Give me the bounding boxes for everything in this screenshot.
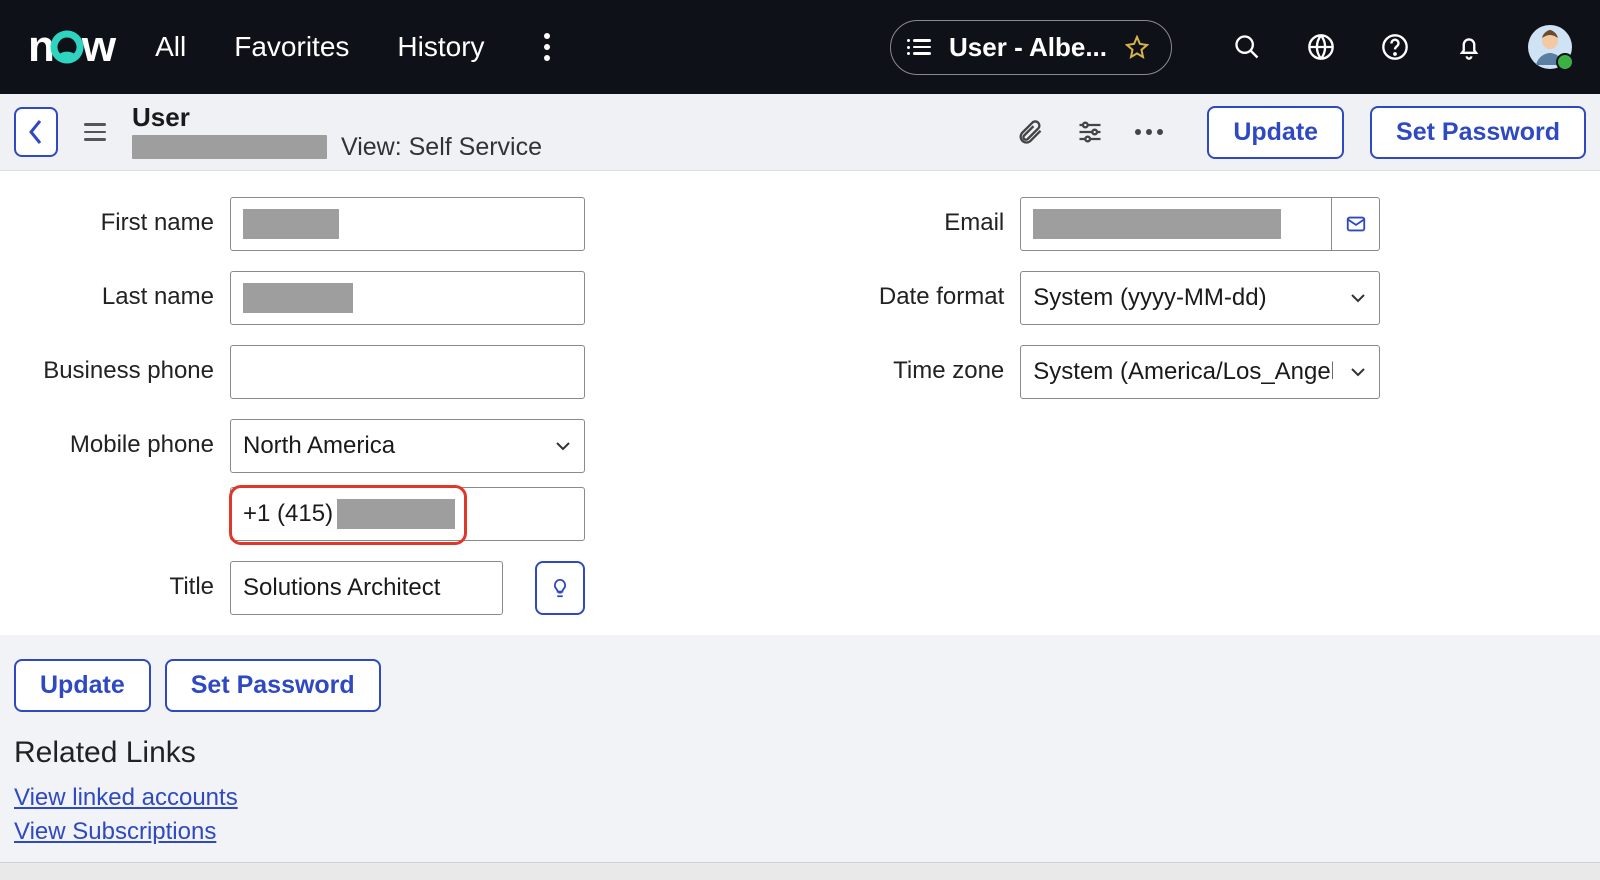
last-name-value-redacted [243, 283, 353, 313]
record-title: User - Albe... [949, 32, 1107, 63]
help-icon[interactable] [1380, 32, 1410, 62]
star-icon[interactable] [1125, 35, 1149, 59]
more-actions-icon[interactable] [1135, 129, 1163, 135]
envelope-icon [1345, 213, 1367, 235]
form-footer: Update Set Password Related Links View l… [0, 635, 1600, 862]
logo[interactable]: n w [28, 22, 113, 72]
mobile-region-select[interactable]: North America [230, 419, 585, 473]
filter-settings-icon[interactable] [1075, 117, 1105, 147]
link-view-subscriptions[interactable]: View Subscriptions [14, 818, 1586, 846]
mobile-phone-row: Mobile phone North America +1 (415) [14, 419, 784, 541]
record-name-redacted [132, 135, 327, 159]
view-label: View: Self Service [341, 133, 542, 162]
email-value-redacted [1033, 209, 1281, 239]
title-row: Title Solutions Architect [14, 561, 784, 615]
send-email-button[interactable] [1332, 197, 1380, 251]
time-zone-label: Time zone [824, 345, 1004, 385]
last-name-label: Last name [14, 271, 214, 311]
date-format-select[interactable]: System (yyyy-MM-dd) [1020, 271, 1380, 325]
form-title-block: User View: Self Service [132, 103, 542, 162]
attachment-icon[interactable] [1015, 117, 1045, 147]
top-utility-icons [1232, 25, 1572, 69]
date-format-label: Date format [824, 271, 1004, 311]
logo-o-icon [48, 28, 86, 66]
lightbulb-icon [549, 577, 571, 599]
time-zone-value: System (America/Los_Angel [1033, 358, 1333, 386]
list-icon [913, 39, 931, 55]
back-button[interactable] [14, 107, 58, 157]
title-label: Title [14, 561, 214, 601]
mobile-phone-value-redacted [337, 499, 455, 529]
form-action-icons [1015, 117, 1163, 147]
link-view-linked-accounts[interactable]: View linked accounts [14, 784, 1586, 812]
logo-letter: w [82, 22, 113, 72]
email-field[interactable] [1020, 197, 1332, 251]
related-links-heading: Related Links [14, 736, 1586, 770]
business-phone-row: Business phone [14, 345, 784, 399]
time-zone-select[interactable]: System (America/Los_Angel [1020, 345, 1380, 399]
chevron-down-icon [554, 437, 572, 455]
set-password-button-footer[interactable]: Set Password [165, 659, 381, 712]
email-row: Email [824, 197, 1594, 251]
title-value: Solutions Architect [243, 574, 440, 602]
update-button[interactable]: Update [1207, 106, 1344, 159]
title-field[interactable]: Solutions Architect [230, 561, 503, 615]
chevron-down-icon [1349, 363, 1367, 381]
globe-icon[interactable] [1306, 32, 1336, 62]
bell-icon[interactable] [1454, 32, 1484, 62]
business-phone-field[interactable] [230, 345, 585, 399]
form-menu-icon[interactable] [84, 123, 106, 141]
update-button-footer[interactable]: Update [14, 659, 151, 712]
form-body: First name Last name Business phone [0, 171, 1600, 635]
last-name-row: Last name [14, 271, 784, 325]
mobile-region-value: North America [243, 432, 395, 460]
date-format-value: System (yyyy-MM-dd) [1033, 284, 1266, 312]
nav-history[interactable]: History [397, 31, 484, 63]
form-header: User View: Self Service Update Set Passw… [0, 94, 1600, 171]
nav-favorites[interactable]: Favorites [234, 31, 349, 63]
time-zone-row: Time zone System (America/Los_Angel [824, 345, 1594, 399]
first-name-value-redacted [243, 209, 339, 239]
title-suggest-button[interactable] [535, 561, 585, 615]
record-context-pill[interactable]: User - Albe... [890, 20, 1172, 75]
mobile-phone-field[interactable]: +1 (415) [230, 487, 585, 541]
set-password-button[interactable]: Set Password [1370, 106, 1586, 159]
mobile-phone-prefix: +1 (415) [243, 500, 333, 528]
search-icon[interactable] [1232, 32, 1262, 62]
horizontal-scrollbar[interactable] [0, 862, 1600, 880]
first-name-label: First name [14, 197, 214, 237]
global-nav: n w All Favorites History User - Albe... [0, 0, 1600, 94]
date-format-row: Date format System (yyyy-MM-dd) [824, 271, 1594, 325]
mobile-phone-label: Mobile phone [14, 419, 214, 459]
first-name-field[interactable] [230, 197, 585, 251]
business-phone-label: Business phone [14, 345, 214, 385]
chevron-down-icon [1349, 289, 1367, 307]
form-record-type: User [132, 103, 542, 133]
nav-all[interactable]: All [155, 31, 186, 63]
nav-more-icon[interactable] [533, 27, 561, 67]
email-label: Email [824, 197, 1004, 237]
last-name-field[interactable] [230, 271, 585, 325]
first-name-row: First name [14, 197, 784, 251]
avatar[interactable] [1528, 25, 1572, 69]
